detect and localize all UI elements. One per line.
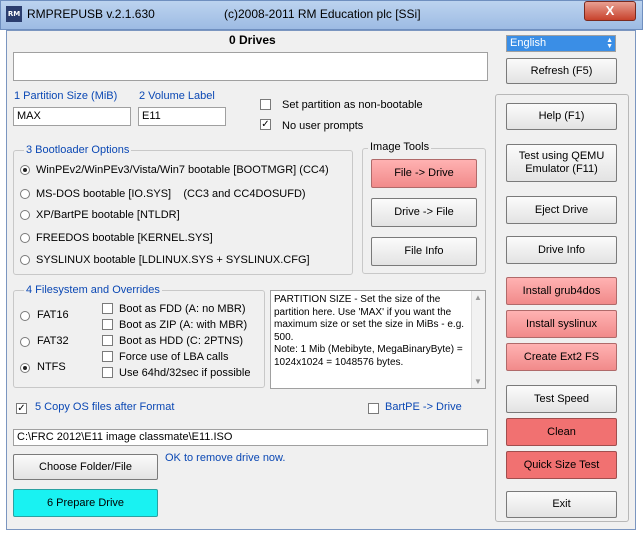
volume-label-input[interactable]: E11 bbox=[138, 107, 226, 126]
override-checkbox-zip[interactable] bbox=[102, 319, 113, 330]
partition-size-input[interactable]: MAX bbox=[13, 107, 131, 126]
override-checkbox-hdd[interactable] bbox=[102, 335, 113, 346]
partition-size-label: 1 Partition Size (MiB) bbox=[14, 90, 118, 102]
close-icon: X bbox=[605, 3, 615, 18]
bootloader-radio-freedos[interactable] bbox=[20, 233, 30, 243]
spin-icon: ▲ ▼ bbox=[606, 37, 613, 50]
scroll-down-icon[interactable]: ▼ bbox=[474, 377, 482, 386]
override-label-fdd: Boot as FDD (A: no MBR) bbox=[119, 303, 246, 315]
fs-label-fat32: FAT32 bbox=[37, 335, 69, 347]
fs-label-ntfs: NTFS bbox=[37, 361, 66, 373]
bootloader-radio-bootmgr[interactable] bbox=[20, 165, 30, 175]
override-label-lba: Force use of LBA calls bbox=[119, 351, 229, 363]
fs-label-fat16: FAT16 bbox=[37, 309, 69, 321]
close-button[interactable]: X bbox=[584, 1, 636, 21]
help-textbox[interactable]: PARTITION SIZE - Set the size of the par… bbox=[270, 290, 486, 389]
bootloader-radio-msdos[interactable] bbox=[20, 189, 30, 199]
drive-to-file-button[interactable]: Drive -> File bbox=[371, 198, 477, 227]
bootloader-label-ntldr: XP/BartPE bootable [NTLDR] bbox=[36, 209, 180, 221]
bootloader-title: 3 Bootloader Options bbox=[24, 144, 132, 156]
override-checkbox-fdd[interactable] bbox=[102, 303, 113, 314]
drive-list[interactable] bbox=[13, 52, 488, 81]
file-to-drive-button[interactable]: File -> Drive bbox=[371, 159, 477, 188]
create-ext2-button[interactable]: Create Ext2 FS bbox=[506, 343, 617, 371]
no-prompts-label: No user prompts bbox=[282, 120, 364, 132]
bootloader-label-freedos: FREEDOS bootable [KERNEL.SYS] bbox=[36, 232, 213, 244]
help-button[interactable]: Help (F1) bbox=[506, 103, 617, 130]
bootloader-label-msdos: MS-DOS bootable [IO.SYS] (CC3 and CC4DOS… bbox=[36, 188, 306, 200]
language-select[interactable]: English ▲ ▼ bbox=[506, 35, 616, 52]
override-label-zip: Boot as ZIP (A: with MBR) bbox=[119, 319, 248, 331]
override-label-hdd: Boot as HDD (C: 2PTNS) bbox=[119, 335, 244, 347]
scroll-up-icon[interactable]: ▲ bbox=[474, 293, 482, 302]
copy-os-checkbox[interactable]: ✓ bbox=[16, 403, 27, 414]
filesystem-title: 4 Filesystem and Overrides bbox=[24, 284, 162, 296]
file-info-button[interactable]: File Info bbox=[371, 237, 477, 266]
window-title: RMPREPUSB v.2.1.630 bbox=[27, 7, 155, 21]
path-input[interactable]: C:\FRC 2012\E11 image classmate\E11.ISO bbox=[13, 429, 488, 446]
language-value: English bbox=[510, 37, 547, 49]
fs-radio-fat32[interactable] bbox=[20, 337, 30, 347]
override-checkbox-lba[interactable] bbox=[102, 351, 113, 362]
quick-size-test-button[interactable]: Quick Size Test bbox=[506, 451, 617, 479]
clean-button[interactable]: Clean bbox=[506, 418, 617, 446]
image-tools-title: Image Tools bbox=[368, 141, 432, 153]
drives-header: 0 Drives bbox=[229, 33, 276, 47]
eject-drive-button[interactable]: Eject Drive bbox=[506, 196, 617, 224]
non-bootable-checkbox[interactable] bbox=[260, 99, 271, 110]
install-grub4dos-button[interactable]: Install grub4dos bbox=[506, 277, 617, 305]
status-text: OK to remove drive now. bbox=[165, 452, 286, 464]
fs-radio-fat16[interactable] bbox=[20, 311, 30, 321]
drive-info-button[interactable]: Drive Info bbox=[506, 236, 617, 264]
help-scrollbar[interactable]: ▲ ▼ bbox=[471, 291, 485, 388]
install-syslinux-button[interactable]: Install syslinux bbox=[506, 310, 617, 338]
exit-button[interactable]: Exit bbox=[506, 491, 617, 518]
bootloader-radio-syslinux[interactable] bbox=[20, 255, 30, 265]
test-speed-button[interactable]: Test Speed bbox=[506, 385, 617, 413]
bootloader-radio-ntldr[interactable] bbox=[20, 210, 30, 220]
override-checkbox-64hd[interactable] bbox=[102, 367, 113, 378]
copy-os-label: 5 Copy OS files after Format bbox=[35, 401, 175, 413]
choose-folder-button[interactable]: Choose Folder/File bbox=[13, 454, 158, 480]
bootloader-label-syslinux: SYSLINUX bootable [LDLINUX.SYS + SYSLINU… bbox=[36, 254, 310, 266]
refresh-button[interactable]: Refresh (F5) bbox=[506, 58, 617, 84]
fs-radio-ntfs[interactable] bbox=[20, 363, 30, 373]
non-bootable-label: Set partition as non-bootable bbox=[282, 99, 423, 111]
bartpe-checkbox[interactable] bbox=[368, 403, 379, 414]
bootloader-label-bootmgr: WinPEv2/WinPEv3/Vista/Win7 bootable [BOO… bbox=[36, 164, 329, 176]
prepare-drive-button[interactable]: 6 Prepare Drive bbox=[13, 489, 158, 517]
bartpe-label: BartPE -> Drive bbox=[385, 401, 462, 413]
app-icon: RM bbox=[6, 6, 22, 22]
override-label-64hd: Use 64hd/32sec if possible bbox=[119, 367, 251, 379]
no-prompts-checkbox[interactable]: ✓ bbox=[260, 119, 271, 130]
window-copyright: (c)2008-2011 RM Education plc [SSi] bbox=[224, 7, 421, 21]
volume-label-label: 2 Volume Label bbox=[139, 90, 215, 102]
qemu-test-button[interactable]: Test using QEMU Emulator (F11) bbox=[506, 144, 617, 182]
